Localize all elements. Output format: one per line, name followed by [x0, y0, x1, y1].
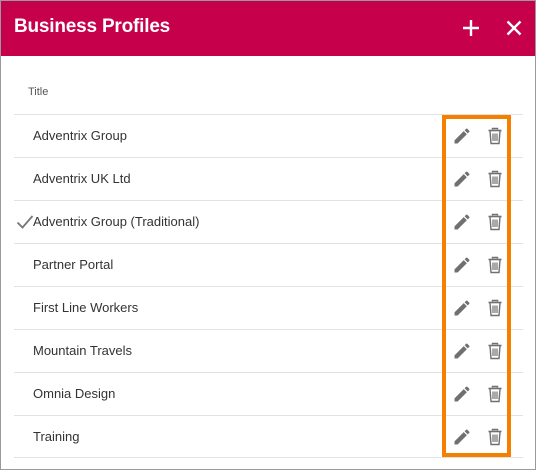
pencil-icon	[454, 214, 470, 230]
edit-button[interactable]	[452, 255, 472, 275]
dialog-title: Business Profiles	[14, 16, 171, 37]
profile-title: Adventrix Group	[33, 128, 127, 143]
edit-button[interactable]	[452, 384, 472, 404]
profile-row[interactable]: Adventrix Group	[14, 114, 523, 157]
trash-icon	[488, 256, 502, 274]
profile-row[interactable]: Omnia Design	[14, 372, 523, 415]
trash-icon	[488, 127, 502, 145]
profile-row[interactable]: Partner Portal	[14, 243, 523, 286]
pencil-icon	[454, 429, 470, 445]
close-dialog-button[interactable]	[501, 15, 527, 41]
profile-list: Adventrix Group Adventrix UK Ltd Adventr…	[14, 114, 523, 458]
business-profiles-dialog: Business Profiles Title Adventrix Group	[0, 0, 536, 470]
profile-title: Partner Portal	[33, 257, 114, 272]
profile-row[interactable]: First Line Workers	[14, 286, 523, 329]
delete-button[interactable]	[485, 384, 505, 404]
trash-icon	[488, 299, 502, 317]
profile-row[interactable]: Adventrix UK Ltd	[14, 157, 523, 200]
pencil-icon	[454, 257, 470, 273]
edit-button[interactable]	[452, 169, 472, 189]
pencil-icon	[454, 128, 470, 144]
profile-title: Mountain Travels	[33, 343, 132, 358]
checkmark-icon	[16, 215, 34, 229]
delete-button[interactable]	[485, 255, 505, 275]
pencil-icon	[454, 386, 470, 402]
edit-button[interactable]	[452, 341, 472, 361]
edit-button[interactable]	[452, 126, 472, 146]
edit-button[interactable]	[452, 427, 472, 447]
trash-icon	[488, 170, 502, 188]
profile-title: First Line Workers	[33, 300, 139, 315]
pencil-icon	[454, 171, 470, 187]
pencil-icon	[454, 300, 470, 316]
edit-button[interactable]	[452, 212, 472, 232]
edit-button[interactable]	[452, 298, 472, 318]
trash-icon	[488, 385, 502, 403]
profile-row[interactable]: Training	[14, 415, 523, 458]
profile-title: Training	[33, 429, 80, 444]
trash-icon	[488, 213, 502, 231]
pencil-icon	[454, 343, 470, 359]
column-header-title: Title	[28, 86, 49, 98]
trash-icon	[488, 342, 502, 360]
profile-title: Omnia Design	[33, 386, 116, 401]
delete-button[interactable]	[485, 298, 505, 318]
delete-button[interactable]	[485, 341, 505, 361]
delete-button[interactable]	[485, 212, 505, 232]
close-icon	[506, 20, 522, 36]
delete-button[interactable]	[485, 427, 505, 447]
add-profile-button[interactable]	[458, 15, 484, 41]
dialog-header: Business Profiles	[1, 1, 535, 56]
delete-button[interactable]	[485, 126, 505, 146]
profile-row[interactable]: Mountain Travels	[14, 329, 523, 372]
trash-icon	[488, 428, 502, 446]
profile-title: Adventrix UK Ltd	[33, 171, 131, 186]
plus-icon	[463, 20, 479, 36]
delete-button[interactable]	[485, 169, 505, 189]
profile-title: Adventrix Group (Traditional)	[33, 214, 200, 229]
profile-row[interactable]: Adventrix Group (Traditional)	[14, 200, 523, 243]
